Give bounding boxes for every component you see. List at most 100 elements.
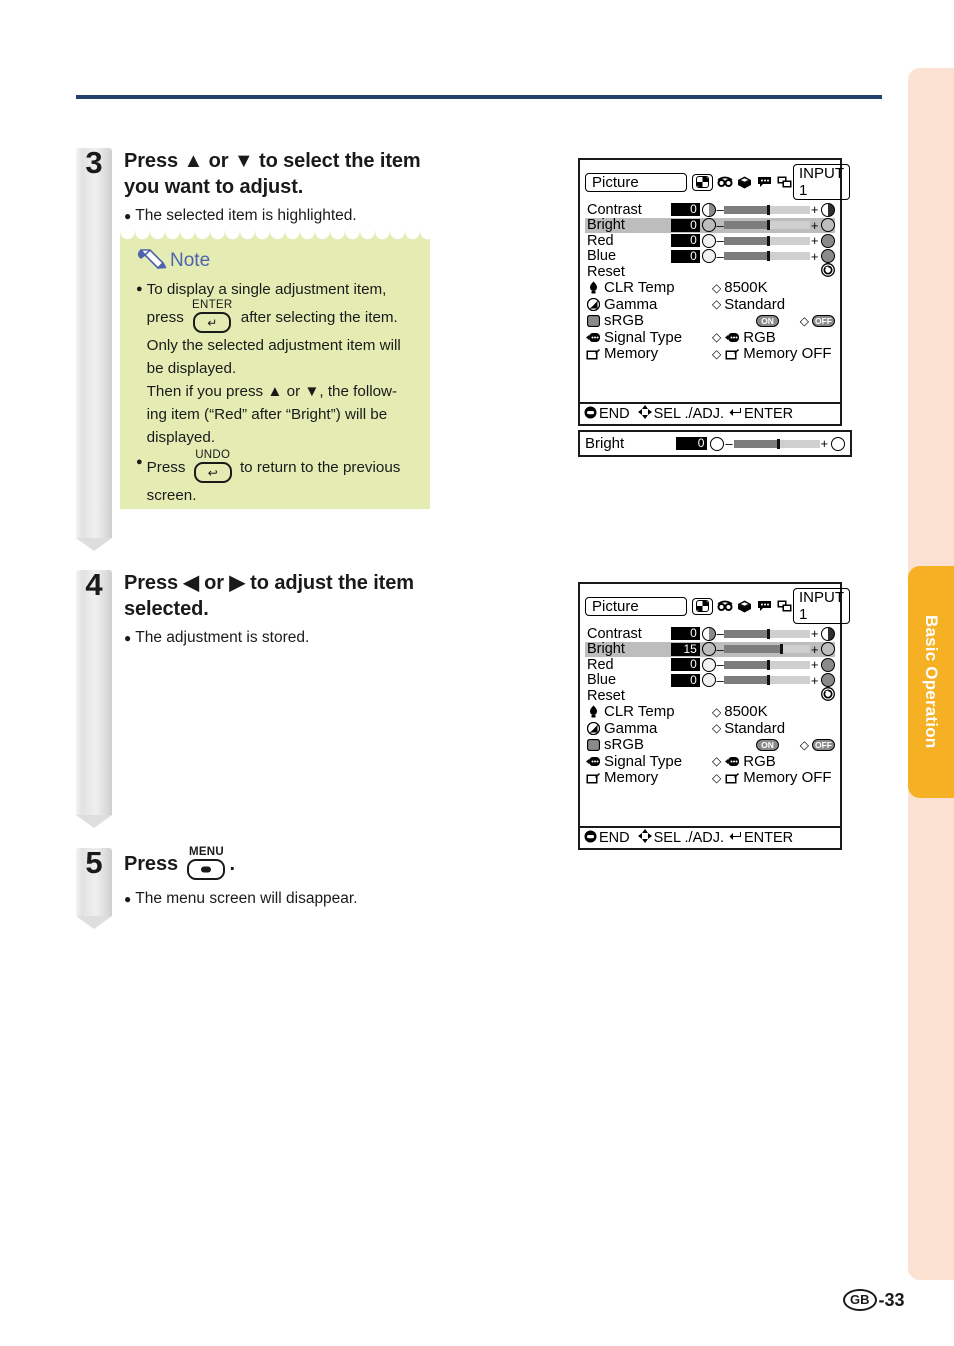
memory-value-icon <box>724 347 740 361</box>
language-icon[interactable] <box>756 599 773 614</box>
selection-marker-icon: ◇ <box>799 737 809 752</box>
srgb-on-toggle[interactable]: ON <box>756 738 779 751</box>
enter-button[interactable]: ENTER ↵ <box>192 299 232 333</box>
audio-icon[interactable] <box>716 175 733 190</box>
blue-icon-max <box>821 673 836 688</box>
osd-row-track[interactable] <box>724 644 811 655</box>
osd-status-sel: SEL ./ADJ. <box>653 830 725 846</box>
manual-page: Basic Operation 3 Press ▲ or ▼ to select… <box>0 0 954 1346</box>
osd-reset-row[interactable]: Reset <box>585 262 835 281</box>
menu-button-glyph <box>187 859 226 880</box>
osd-slider-row[interactable]: Red 0 – + <box>585 657 836 673</box>
osd-status-bar: END SEL ./ADJ. ENTER <box>580 402 840 424</box>
osd-slider-row[interactable]: Contrast 0 – + <box>585 202 836 218</box>
osd-row-value: 0 <box>671 658 700 672</box>
osd-slider-row[interactable]: Bright 15 – + <box>585 641 836 658</box>
osd-option-label: sRGB <box>604 736 645 754</box>
srgb-icon <box>585 314 601 328</box>
memory-value-icon <box>724 771 740 785</box>
step-3-number: 3 <box>85 145 103 180</box>
osd-slider-rows: Contrast 0 – + Bright 0 – + Red 0 – + Blue 0 – + Reset <box>580 202 840 280</box>
enter-arrow-icon <box>729 406 742 422</box>
audio-icon[interactable] <box>716 599 733 614</box>
prj-mode-icon[interactable] <box>776 175 793 190</box>
osd-option-row[interactable]: Signal Type ◇ RGB <box>585 329 835 346</box>
step-4-marker <box>76 570 112 828</box>
osd-row-track[interactable] <box>724 251 811 262</box>
osd-row-track[interactable] <box>724 235 811 246</box>
undo-button[interactable]: UNDO ↩ <box>193 449 232 483</box>
bright-icon <box>701 642 716 657</box>
osd-slider-row[interactable]: Contrast 0 – + <box>585 626 836 642</box>
step-3-title-line1: Press ▲ or ▼ to select the item <box>124 150 421 172</box>
osd-option-row[interactable]: Memory ◇ Memory OFF <box>585 769 835 787</box>
osd-title: Picture <box>585 172 687 192</box>
osd-single-label: Bright <box>585 435 625 452</box>
srgb-off-toggle[interactable]: OFF <box>812 314 835 327</box>
options-icon[interactable] <box>736 599 753 614</box>
options-icon[interactable] <box>736 175 753 190</box>
osd-row-value: 15 <box>671 642 700 656</box>
language-icon[interactable] <box>756 175 773 190</box>
picture-icon[interactable] <box>692 173 713 191</box>
minus-sign: – <box>716 641 724 657</box>
osd-slider-row[interactable]: Blue 0 – + <box>585 248 836 264</box>
osd-row-value: 0 <box>671 627 700 641</box>
plus-sign: + <box>810 202 819 218</box>
srgb-on-toggle[interactable]: ON <box>756 314 779 327</box>
osd-slider-row[interactable]: Bright 0 – + <box>585 217 836 233</box>
osd-row-track[interactable] <box>724 220 811 231</box>
osd-topbar: Picture INPUT 1 <box>580 160 850 202</box>
osd-option-row[interactable]: CLR Temp ◇ 8500K <box>585 279 835 296</box>
note-list: ● To display a single adjustment item, p… <box>120 276 430 521</box>
selection-marker-icon: ◇ <box>712 721 722 736</box>
osd-row-track[interactable] <box>724 675 811 686</box>
undo-button-label: UNDO <box>195 449 231 461</box>
osd-option-row[interactable]: Gamma ◇ Standard <box>585 720 835 737</box>
osd-option-row[interactable]: CLR Temp ◇ 8500K <box>585 703 835 720</box>
osd-option-row[interactable]: Memory ◇ Memory OFF <box>585 345 835 363</box>
bullet-dot-icon: ● <box>136 283 143 295</box>
note-item-2-post: to return to the previous <box>239 458 401 476</box>
selection-marker-icon: ◇ <box>712 754 722 769</box>
osd-row-track[interactable] <box>724 659 811 670</box>
osd-option-row[interactable]: sRGB ON ◇ OFF <box>585 736 835 754</box>
osd-option-row[interactable]: Signal Type ◇ RGB <box>585 753 835 770</box>
osd-option-label: Gamma <box>604 719 658 737</box>
osd-option-row[interactable]: Gamma ◇ Standard <box>585 296 835 313</box>
menu-button-label: MENU <box>188 846 224 858</box>
signal-type-value-icon <box>724 754 740 768</box>
osd-row-value: 0 <box>671 673 700 687</box>
osd-slider-row[interactable]: Blue 0 – + <box>585 672 836 688</box>
osd-option-value: Memory OFF <box>743 769 832 787</box>
osd-row-track[interactable] <box>724 204 811 215</box>
note-item-1-line2-post: after selecting the item. <box>240 308 398 326</box>
osd-menu-step4: Picture INPUT 1 Contrast 0 – + Bright 15… <box>578 582 850 850</box>
menu-button[interactable]: MENU <box>187 846 226 880</box>
osd-slider-row[interactable]: Red 0 – + <box>585 232 836 249</box>
step-4-bullet: ● The adjustment is stored. <box>124 627 504 649</box>
osd-input-label: INPUT 1 <box>793 164 850 200</box>
osd-row-track[interactable] <box>724 628 811 639</box>
osd-option-row[interactable]: sRGB ON ◇ OFF <box>585 312 835 330</box>
prj-mode-icon[interactable] <box>776 599 793 614</box>
osd-option-label: Memory <box>604 769 659 787</box>
osd-option-label: Gamma <box>604 295 658 313</box>
blue-icon <box>701 249 716 264</box>
osd-row-value: 0 <box>671 218 700 232</box>
osd-reset-row[interactable]: Reset <box>585 686 835 704</box>
reset-icon <box>821 262 835 281</box>
osd-row-label: Red <box>587 232 614 249</box>
osd-row-label: Bright <box>587 641 625 658</box>
note-item-1-line3: Only the selected adjustment item will <box>146 337 401 354</box>
osd-option-label: Signal Type <box>604 752 683 770</box>
osd-option-label: sRGB <box>604 312 645 330</box>
osd-status-bar: END SEL ./ADJ. ENTER <box>580 826 840 848</box>
osd-row-value: 0 <box>671 249 700 263</box>
picture-icon[interactable] <box>692 597 713 615</box>
minus-sign: – <box>716 626 724 642</box>
srgb-off-toggle[interactable]: OFF <box>812 738 835 751</box>
osd-option-label: Memory <box>604 345 659 363</box>
memory-icon <box>585 771 601 785</box>
note-item-1-line7: displayed. <box>146 429 216 446</box>
